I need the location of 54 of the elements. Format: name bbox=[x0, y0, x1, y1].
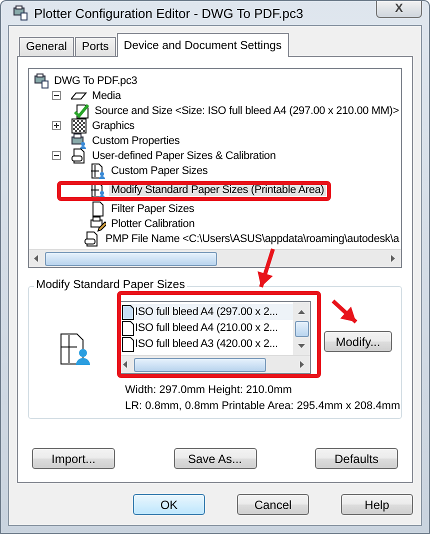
group-title: Modify Standard Paper Sizes bbox=[34, 279, 187, 291]
annotation-arrow bbox=[258, 248, 275, 288]
horizontal-scrollbar[interactable] bbox=[118, 355, 310, 373]
tree-item[interactable]: Media bbox=[90, 90, 123, 102]
paper-icon bbox=[90, 200, 106, 216]
scroll-left-icon[interactable] bbox=[121, 360, 130, 369]
action-button[interactable]: Save As... bbox=[174, 448, 256, 469]
tree-item[interactable]: Graphics bbox=[90, 120, 136, 132]
paper-icon bbox=[122, 336, 134, 352]
printer-user-icon bbox=[71, 132, 87, 148]
action-button[interactable]: Import... bbox=[32, 448, 115, 469]
paper-icon bbox=[122, 304, 134, 320]
tree-item[interactable]: Custom Paper Sizes bbox=[109, 164, 210, 176]
tab[interactable]: Ports bbox=[74, 37, 116, 57]
printer-icon bbox=[33, 72, 49, 88]
window-title: Plotter Configuration Editor - DWG To PDF.pc3 bbox=[34, 6, 304, 20]
checked-paper-icon bbox=[74, 102, 90, 118]
scroll-down-icon[interactable] bbox=[297, 341, 306, 350]
printer-pencil-icon bbox=[90, 216, 106, 232]
vertical-scrollbar[interactable] bbox=[293, 302, 310, 355]
checkered-icon bbox=[71, 118, 87, 134]
scroll-left-icon[interactable] bbox=[32, 254, 41, 263]
collapse-toggle[interactable] bbox=[52, 151, 61, 160]
tree-item[interactable]: Source and Size <Size: ISO full bleed A4 (297.00 x 210.00 MM)> bbox=[92, 104, 401, 116]
scroll-up-icon[interactable] bbox=[297, 308, 306, 317]
tree-item[interactable]: Plotter Calibration bbox=[109, 218, 197, 230]
tree-item[interactable]: Filter Paper Sizes bbox=[109, 202, 196, 214]
paper-size-icon bbox=[90, 162, 106, 178]
tree-item[interactable]: DWG To PDF.pc3 bbox=[52, 74, 140, 86]
paper-icon bbox=[122, 320, 134, 336]
paper-icon bbox=[71, 148, 87, 164]
dialog-button[interactable]: OK bbox=[133, 494, 205, 515]
tree-item[interactable]: PMP File Name <C:\Users\ASUS\appdata\roaming\autodesk\a bbox=[103, 232, 401, 244]
list-item[interactable]: ISO full bleed A3 (420.00 x 2... bbox=[118, 336, 293, 352]
expand-toggle[interactable] bbox=[52, 121, 61, 130]
list-item[interactable]: ISO full bleed A4 (210.00 x 2... bbox=[118, 320, 293, 336]
tree-item[interactable]: Custom Properties bbox=[90, 134, 182, 146]
collapse-toggle[interactable] bbox=[52, 91, 61, 100]
paper-icon bbox=[84, 230, 100, 246]
action-button[interactable]: Defaults bbox=[315, 448, 398, 469]
annotation-arrow bbox=[332, 300, 358, 324]
dialog-button[interactable]: Cancel bbox=[237, 494, 309, 515]
tab[interactable]: General bbox=[19, 37, 74, 57]
printer-icon bbox=[12, 5, 28, 21]
horizontal-scrollbar[interactable] bbox=[29, 249, 401, 267]
modify-button[interactable]: Modify... bbox=[324, 331, 392, 352]
dialog-button[interactable]: Help bbox=[341, 494, 413, 515]
paper-size-icon bbox=[59, 333, 91, 365]
list-item[interactable]: ISO full bleed A4 (297.00 x 2... bbox=[118, 304, 293, 320]
close-button[interactable]: X bbox=[376, 1, 422, 18]
tree-item[interactable]: User-defined Paper Sizes & Calibration bbox=[90, 150, 278, 162]
tab[interactable]: Device and Document Settings bbox=[116, 33, 289, 57]
dimensions-text: Width: 297.0mm Height: 210.0mm bbox=[125, 384, 293, 396]
printable-area-text: LR: 0.8mm, 0.8mm Printable Area: 295.4mm x 208.4mm bbox=[125, 400, 401, 412]
